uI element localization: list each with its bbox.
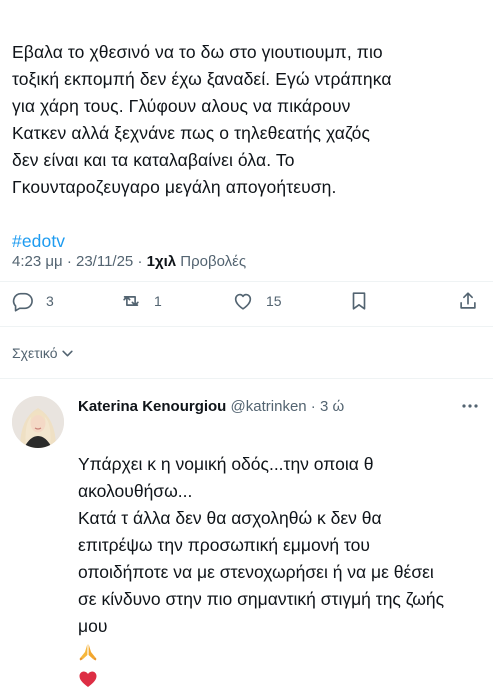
views-label: Προβολές xyxy=(176,253,247,270)
tweet-meta: 4:23 μμ · 23/11/25 · 1χιλ Προβολές xyxy=(12,253,246,270)
related-dropdown[interactable]: Σχετικό xyxy=(12,345,74,361)
more-icon[interactable] xyxy=(460,399,480,413)
share-icon xyxy=(460,292,476,309)
reply-header: Katerina Kenourgiou @katrinken · 3 ώ xyxy=(78,398,344,415)
reply-author-name[interactable]: Katerina Kenourgiou xyxy=(78,398,226,415)
divider-top xyxy=(0,281,493,282)
action-bar: 3 1 15 xyxy=(0,286,493,322)
retweet-icon xyxy=(123,296,139,306)
bookmark-button[interactable] xyxy=(348,290,370,312)
hashtag-link[interactable]: #edotv xyxy=(12,231,65,251)
divider-actions xyxy=(0,326,493,327)
reply-count: 3 xyxy=(46,293,54,309)
reply-button[interactable]: 3 xyxy=(12,290,54,312)
reply-icon xyxy=(12,292,33,312)
retweet-button[interactable]: 1 xyxy=(120,290,162,312)
avatar[interactable] xyxy=(12,396,64,448)
meta-separator-2: · xyxy=(133,253,147,270)
praying-hands-emoji xyxy=(79,644,97,661)
reply-time[interactable]: 3 ώ xyxy=(320,398,344,415)
reply-text: Υπάρχει κ η νομική οδός...την οποια θ ακ… xyxy=(78,454,445,636)
like-count: 15 xyxy=(266,293,282,309)
like-button[interactable]: 15 xyxy=(232,290,282,312)
tweet-date[interactable]: 23/11/25 xyxy=(76,253,133,270)
chevron-down-icon xyxy=(61,350,73,356)
red-heart-emoji xyxy=(79,671,97,687)
tweet-text: Εβαλα το χθεσινό να το δω στο γιουτιουμπ… xyxy=(12,42,392,197)
reply-author-handle[interactable]: @katrinken xyxy=(231,398,307,415)
meta-separator: · xyxy=(62,253,76,270)
reply-separator: · xyxy=(306,398,320,415)
bookmark-icon xyxy=(352,292,366,310)
avatar-image xyxy=(12,396,64,448)
tweet-body: Εβαλα το χθεσινό να το δω στο γιουτιουμπ… xyxy=(12,12,487,255)
views-count: 1χιλ xyxy=(146,253,177,270)
like-icon xyxy=(234,293,252,310)
retweet-count: 1 xyxy=(154,293,162,309)
reply-tweet[interactable]: Katerina Kenourgiou @katrinken · 3 ώ Υπά… xyxy=(0,380,493,687)
divider-reply xyxy=(0,378,493,379)
related-label: Σχετικό xyxy=(12,345,58,361)
reply-body: Υπάρχει κ η νομική οδός...την οποια θ ακ… xyxy=(78,424,486,694)
share-button[interactable] xyxy=(457,290,479,312)
tweet-time[interactable]: 4:23 μμ xyxy=(12,253,63,270)
